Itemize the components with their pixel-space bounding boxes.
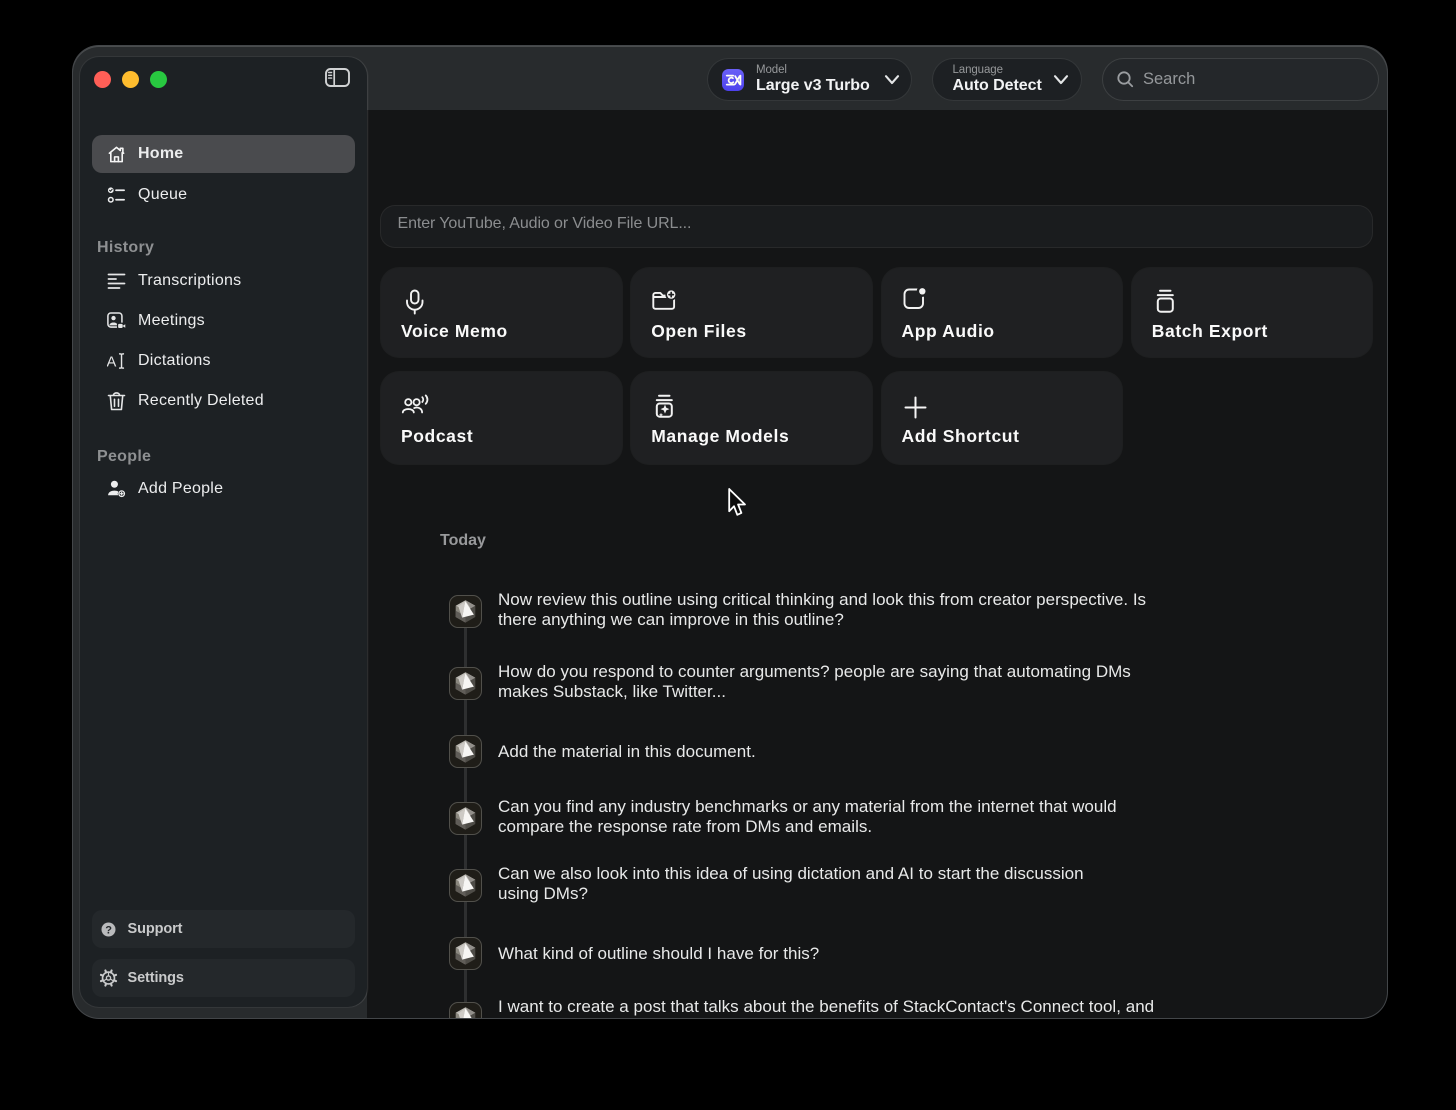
svg-text:A: A xyxy=(107,355,117,371)
svg-text:?: ? xyxy=(105,924,112,936)
